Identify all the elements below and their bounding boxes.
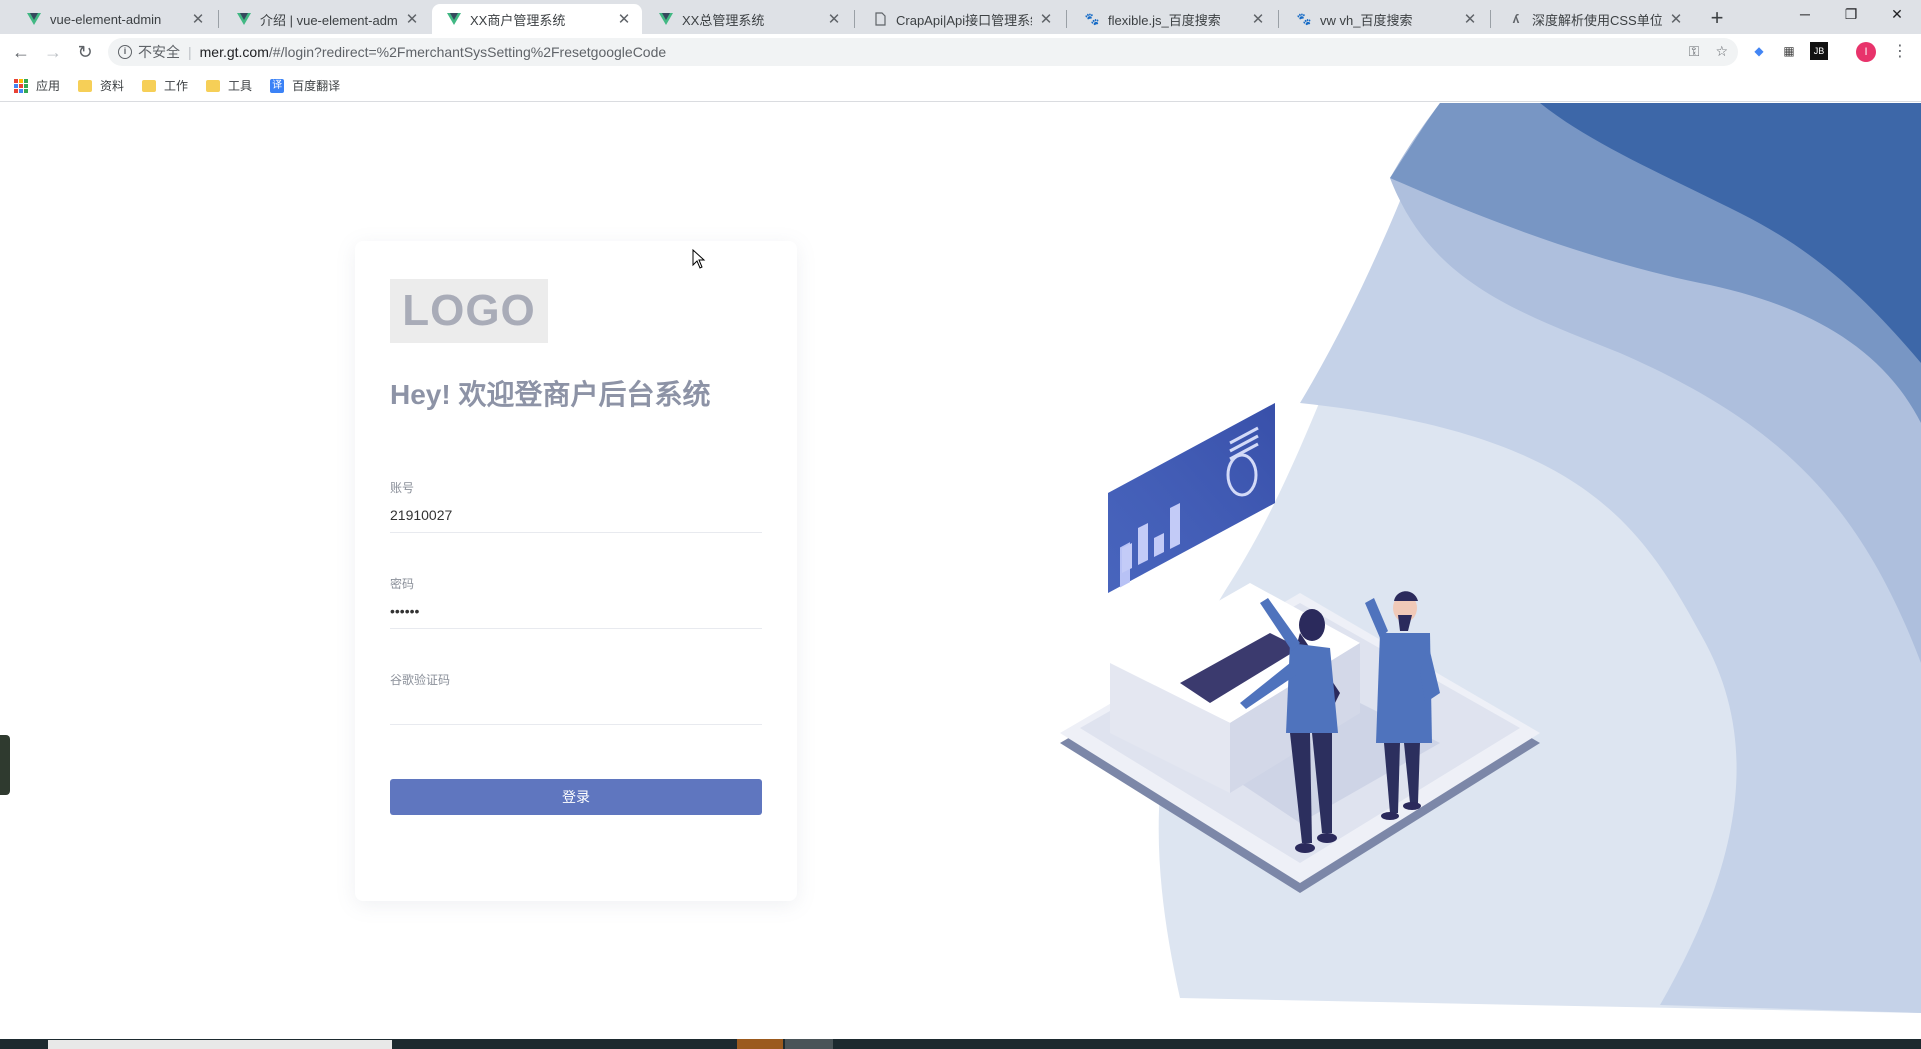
password-field[interactable]: •••••• [390, 593, 762, 629]
bookmark-folder-gongzuo[interactable]: 工作 [142, 77, 188, 94]
bookmark-label: 工具 [228, 79, 253, 93]
tab-title: XX商户管理系统 [470, 12, 566, 28]
bookmark-folder-gongju[interactable]: 工具 [206, 77, 252, 94]
login-button[interactable]: 登录 [390, 779, 762, 815]
account-field[interactable] [390, 497, 762, 533]
translate-icon: 译 [270, 78, 285, 93]
mouse-cursor-icon [692, 249, 706, 269]
restore-button[interactable]: ❐ [1828, 0, 1874, 30]
vue-icon [236, 11, 252, 27]
page-viewport: LOGO Hey! 欢迎登商户后台系统 账号 密码 •••••• 谷歌验证码 登… [0, 103, 1921, 1039]
jetbrains-icon[interactable]: JB [1810, 42, 1828, 60]
close-icon[interactable]: ✕ [826, 10, 842, 28]
back-arrow-icon[interactable]: ← [9, 40, 33, 64]
browser-tab-6[interactable]: 🐾 vw vh_百度搜索 ✕ [1282, 4, 1488, 34]
bookmark-baidu-translate[interactable]: 译 百度翻译 [270, 77, 340, 94]
tab-strip: vue-element-admin ✕ 介绍 | vue-element-adm… [0, 0, 1921, 34]
password-input[interactable]: •••••• [390, 603, 419, 619]
vue-icon [658, 11, 674, 27]
info-icon[interactable]: i [118, 45, 132, 59]
account-input[interactable] [390, 497, 762, 533]
bookmark-folder-ziliao[interactable]: 资料 [78, 77, 124, 94]
google-code-input[interactable] [390, 689, 762, 725]
close-icon[interactable]: ✕ [1462, 10, 1478, 28]
tab-divider [1066, 10, 1067, 28]
bookmark-label: 资料 [100, 79, 125, 93]
url-divider: | [188, 44, 192, 60]
close-window-button[interactable]: ✕ [1874, 0, 1920, 30]
account-label: 账号 [390, 481, 415, 495]
tab-title: 深度解析使用CSS单位px、 [1532, 12, 1662, 28]
menu-dots-icon[interactable]: ⋮ [1892, 41, 1908, 61]
browser-tab-5[interactable]: 🐾 flexible.js_百度搜索 ✕ [1070, 4, 1276, 34]
tab-title: vue-element-admin [50, 11, 162, 27]
close-icon[interactable]: ✕ [190, 10, 206, 28]
forward-arrow-icon[interactable]: → [41, 40, 65, 64]
security-label[interactable]: 不安全 [138, 42, 180, 62]
bookmark-label: 百度翻译 [292, 79, 341, 93]
browser-tab-0[interactable]: vue-element-admin ✕ [12, 4, 216, 34]
vue-icon [26, 11, 42, 27]
tab-title: flexible.js_百度搜索 [1108, 12, 1221, 28]
background-illustration [1060, 103, 1921, 1013]
close-icon[interactable]: ✕ [1668, 10, 1684, 28]
folder-icon [206, 79, 221, 92]
password-label: 密码 [390, 577, 415, 591]
browser-tab-7[interactable]: ʎ 深度解析使用CSS单位px、 ✕ [1494, 4, 1694, 34]
bookmark-label: 应用 [36, 79, 61, 93]
close-icon[interactable]: ✕ [1038, 10, 1054, 28]
folder-icon [142, 79, 157, 92]
key-icon[interactable]: ⚿ [1689, 43, 1700, 60]
close-icon[interactable]: ✕ [616, 10, 632, 28]
bookmark-apps[interactable]: 应用 [14, 77, 60, 94]
taskbar-search[interactable] [48, 1040, 392, 1049]
tab-title: XX总管理系统 [682, 12, 765, 28]
browser-toolbar: ← → ↻ i 不安全 | mer.gt.com /#/login?redire… [0, 34, 1921, 70]
close-icon[interactable]: ✕ [1250, 10, 1266, 28]
baidu-paw-icon: 🐾 [1084, 12, 1100, 26]
minimize-button[interactable]: ─ [1782, 0, 1828, 30]
browser-tab-1[interactable]: 介绍 | vue-element-admin ✕ [222, 4, 430, 34]
star-icon[interactable]: ☆ [1715, 43, 1728, 60]
bookmark-label: 工作 [164, 79, 189, 93]
vue-icon [446, 11, 462, 27]
reload-icon[interactable]: ↻ [73, 40, 97, 64]
logo: LOGO [390, 279, 548, 343]
document-icon [872, 11, 888, 27]
browser-tab-2-active[interactable]: XX商户管理系统 ✕ [432, 4, 642, 34]
welcome-heading: Hey! 欢迎登商户后台系统 [390, 379, 711, 410]
google-code-field[interactable] [390, 689, 762, 725]
extension-icon[interactable]: ◆ [1750, 42, 1768, 60]
tab-title: vw vh_百度搜索 [1320, 12, 1413, 28]
os-taskbar [0, 1039, 1921, 1049]
url-host: mer.gt.com [199, 44, 269, 60]
address-bar[interactable]: i 不安全 | mer.gt.com /#/login?redirect=%2F… [108, 38, 1738, 66]
taskbar-app[interactable] [737, 1039, 783, 1049]
apps-grid-icon [14, 78, 28, 93]
profile-avatar[interactable]: I [1856, 42, 1876, 62]
tab-divider [1278, 10, 1279, 28]
url-path: /#/login?redirect=%2FmerchantSysSetting%… [268, 44, 667, 60]
zhihu-icon: ʎ [1512, 12, 1520, 26]
side-panel-handle[interactable] [0, 735, 10, 795]
tab-title: 介绍 | vue-element-admin [260, 12, 398, 28]
tab-title: CrapApi|Api接口管理系统 [896, 12, 1032, 28]
folder-icon [78, 79, 93, 92]
qr-code-icon[interactable]: ▦ [1780, 42, 1798, 60]
baidu-paw-icon: 🐾 [1296, 12, 1312, 26]
close-icon[interactable]: ✕ [404, 10, 420, 28]
tab-divider [1490, 10, 1491, 28]
new-tab-button[interactable]: + [1703, 5, 1731, 33]
bookmarks-bar: 应用 资料 工作 工具 译 百度翻译 [0, 70, 1921, 102]
browser-tab-4[interactable]: CrapApi|Api接口管理系统 ✕ [858, 4, 1064, 34]
taskbar-app[interactable] [785, 1039, 833, 1049]
tab-divider [218, 10, 219, 28]
browser-tab-3[interactable]: XX总管理系统 ✕ [644, 4, 852, 34]
google-code-label: 谷歌验证码 [390, 673, 451, 687]
tab-divider [854, 10, 855, 28]
login-card: LOGO Hey! 欢迎登商户后台系统 账号 密码 •••••• 谷歌验证码 登… [355, 241, 797, 901]
